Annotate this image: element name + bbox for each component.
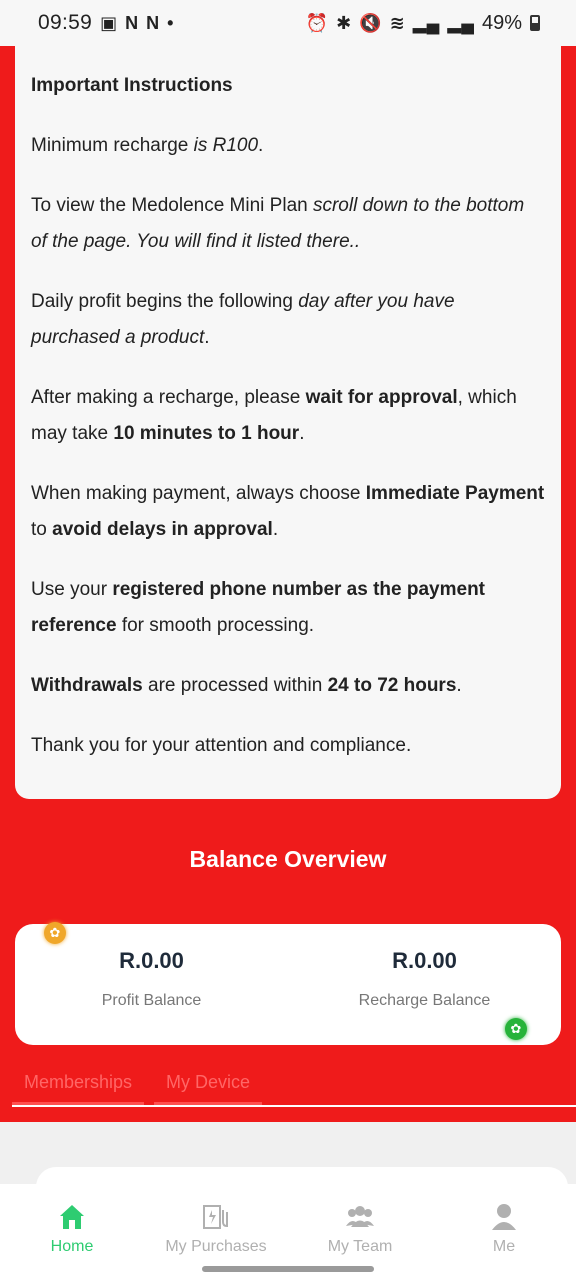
nav-item-my-team[interactable]: My Team [288, 1202, 432, 1256]
status-right: ⏰ ✱ 🔇 ≋ ▂▄ ▂▄ 49% [306, 12, 540, 35]
mute-icon: 🔇 [359, 12, 382, 33]
dot-icon: • [167, 12, 174, 33]
nav-label-me: Me [492, 1238, 516, 1255]
wifi-icon: ≋ [389, 12, 405, 33]
coin-icon: ✿ [44, 922, 66, 944]
home-icon [60, 1205, 84, 1229]
notification-n-icon: N [146, 12, 160, 33]
balance-card: R.0.00 Profit Balance R.0.00 Recharge Ba… [15, 924, 561, 1045]
nav-label-my-team: My Team [327, 1238, 393, 1255]
instruction-payment: When making payment, always choose Immed… [31, 483, 545, 540]
instruction-reference: Use your registered phone number as the … [31, 579, 486, 636]
notification-n-icon: N [125, 12, 139, 33]
purchases-icon [203, 1205, 228, 1229]
tab-bar: Memberships My Device [12, 1066, 263, 1106]
nav-label-home: Home [50, 1238, 94, 1255]
signal-icon: ▂▄ [412, 12, 440, 33]
recharge-balance-label: Recharge Balance [358, 992, 491, 1009]
nav-item-home[interactable]: Home [0, 1202, 144, 1256]
battery-icon [530, 15, 540, 31]
nav-label-my-purchases: My Purchases [165, 1238, 267, 1255]
gallery-icon: ▣ [100, 12, 118, 33]
instructions-card: Important Instructions Minimum recharge … [15, 46, 561, 799]
nav-item-me[interactable]: Me [432, 1202, 576, 1256]
instruction-daily-profit: Daily profit begins the following day af… [31, 291, 455, 348]
instruction-min-recharge: Minimum recharge is R100. [31, 135, 264, 156]
profile-icon [492, 1204, 516, 1230]
tab-divider [12, 1105, 576, 1107]
battery-percent: 49% [481, 11, 522, 34]
alarm-icon: ⏰ [305, 12, 329, 33]
bluetooth-icon: ✱ [336, 12, 352, 33]
tab-memberships[interactable]: Memberships [12, 1066, 145, 1106]
tab-my-device[interactable]: My Device [154, 1066, 263, 1106]
coin-icon: ✿ [505, 1018, 527, 1040]
recharge-balance-value: R.0.00 [392, 948, 457, 973]
status-bar: 09:59 ▣ N N • ⏰ ✱ 🔇 ≋ ▂▄ ▂▄ 49% [0, 0, 576, 46]
instruction-mini-plan: To view the Medolence Mini Plan scroll d… [31, 195, 525, 252]
instructions-title: Important Instructions [31, 75, 233, 96]
status-time: 09:59 [38, 11, 93, 34]
instruction-thanks: Thank you for your attention and complia… [31, 735, 412, 756]
instruction-withdrawals: Withdrawals are processed within 24 to 7… [31, 675, 462, 696]
home-indicator [202, 1266, 374, 1272]
nav-item-my-purchases[interactable]: My Purchases [144, 1202, 288, 1256]
instruction-approval: After making a recharge, please wait for… [31, 387, 517, 444]
signal-icon: ▂▄ [447, 12, 474, 33]
profit-balance-label: Profit Balance [101, 992, 202, 1009]
team-icon [346, 1206, 374, 1227]
balance-overview-title: Balance Overview [189, 846, 387, 872]
profit-balance-value: R.0.00 [119, 948, 184, 973]
status-left: 09:59 ▣ N N • [38, 11, 173, 35]
